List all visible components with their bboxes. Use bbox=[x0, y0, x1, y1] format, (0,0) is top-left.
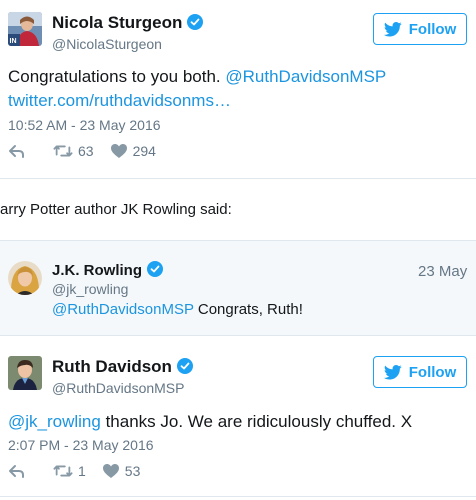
avatar[interactable] bbox=[8, 356, 42, 390]
reply-button[interactable] bbox=[8, 463, 31, 479]
verified-badge-icon bbox=[147, 261, 163, 277]
follow-label: Follow bbox=[408, 20, 457, 38]
divider bbox=[0, 178, 476, 179]
url-link[interactable]: twitter.com/ruthdavidsonms… bbox=[8, 91, 231, 111]
mention-link[interactable]: @jk_rowling bbox=[8, 412, 101, 431]
heart-icon bbox=[110, 144, 127, 158]
svg-text:IN: IN bbox=[10, 38, 17, 45]
retweet-count: 63 bbox=[78, 143, 94, 159]
retweet-button[interactable]: 63 bbox=[53, 143, 94, 159]
avatar[interactable]: IN bbox=[8, 12, 42, 46]
heart-icon bbox=[102, 464, 119, 478]
nicola-sturgeon-avatar-image: IN bbox=[8, 12, 42, 46]
author-name[interactable]: Nicola Sturgeon bbox=[52, 13, 182, 32]
mention-link[interactable]: @RuthDavidsonMSP bbox=[225, 67, 386, 86]
avatar[interactable] bbox=[8, 261, 42, 295]
timestamp[interactable]: 10:52 AM - 23 May 2016 bbox=[8, 117, 161, 133]
retweet-icon bbox=[53, 465, 73, 477]
jk-rowling-avatar-image bbox=[8, 261, 42, 295]
tweet-text: Congratulations to you both. @RuthDavids… bbox=[8, 67, 386, 87]
retweet-button[interactable]: 1 bbox=[53, 463, 86, 479]
reply-button[interactable] bbox=[8, 143, 31, 159]
like-button[interactable]: 53 bbox=[102, 463, 141, 479]
verified-badge-icon bbox=[187, 14, 204, 30]
tweet-text-plain: Congrats, Ruth! bbox=[193, 301, 303, 318]
author-name[interactable]: J.K. Rowling bbox=[52, 262, 142, 279]
twitter-bird-icon bbox=[383, 21, 402, 36]
twitter-bird-icon bbox=[383, 364, 402, 379]
follow-label: Follow bbox=[408, 363, 457, 381]
author-handle[interactable]: @NicolaSturgeon bbox=[52, 36, 203, 52]
like-button[interactable]: 294 bbox=[110, 143, 156, 159]
tweet-text-plain: thanks Jo. We are ridiculously chuffed. … bbox=[100, 412, 413, 431]
tweet-actions: 1 53 bbox=[8, 463, 156, 479]
mention-link[interactable]: @RuthDavidsonMSP bbox=[52, 301, 194, 318]
retweet-icon bbox=[53, 145, 73, 157]
follow-button[interactable]: Follow bbox=[373, 13, 467, 45]
tweet-text: @jk_rowling thanks Jo. We are ridiculous… bbox=[8, 412, 412, 432]
divider bbox=[0, 496, 476, 497]
author-handle[interactable]: @jk_rowling bbox=[52, 281, 163, 297]
ruth-davidson-avatar-image bbox=[8, 356, 42, 390]
tweet-text-plain: Congratulations to you both. bbox=[8, 67, 226, 86]
tweet-date[interactable]: 23 May bbox=[418, 263, 467, 280]
retweet-count: 1 bbox=[78, 463, 86, 479]
tweet-text: @RuthDavidsonMSP Congrats, Ruth! bbox=[52, 301, 303, 318]
like-count: 53 bbox=[124, 463, 141, 479]
follow-button[interactable]: Follow bbox=[373, 356, 467, 388]
quoted-tweet[interactable]: J.K. Rowling @jk_rowling 23 May @RuthDav… bbox=[0, 240, 476, 336]
tweet-actions: 63 294 bbox=[8, 143, 172, 159]
article-caption: arry Potter author JK Rowling said: bbox=[0, 201, 232, 218]
timestamp[interactable]: 2:07 PM - 23 May 2016 bbox=[8, 437, 154, 453]
reply-icon bbox=[9, 465, 24, 478]
reply-icon bbox=[9, 145, 24, 158]
verified-badge-icon bbox=[176, 358, 193, 374]
author-handle[interactable]: @RuthDavidsonMSP bbox=[52, 380, 193, 396]
author-name[interactable]: Ruth Davidson bbox=[52, 357, 172, 376]
like-count: 294 bbox=[132, 143, 156, 159]
